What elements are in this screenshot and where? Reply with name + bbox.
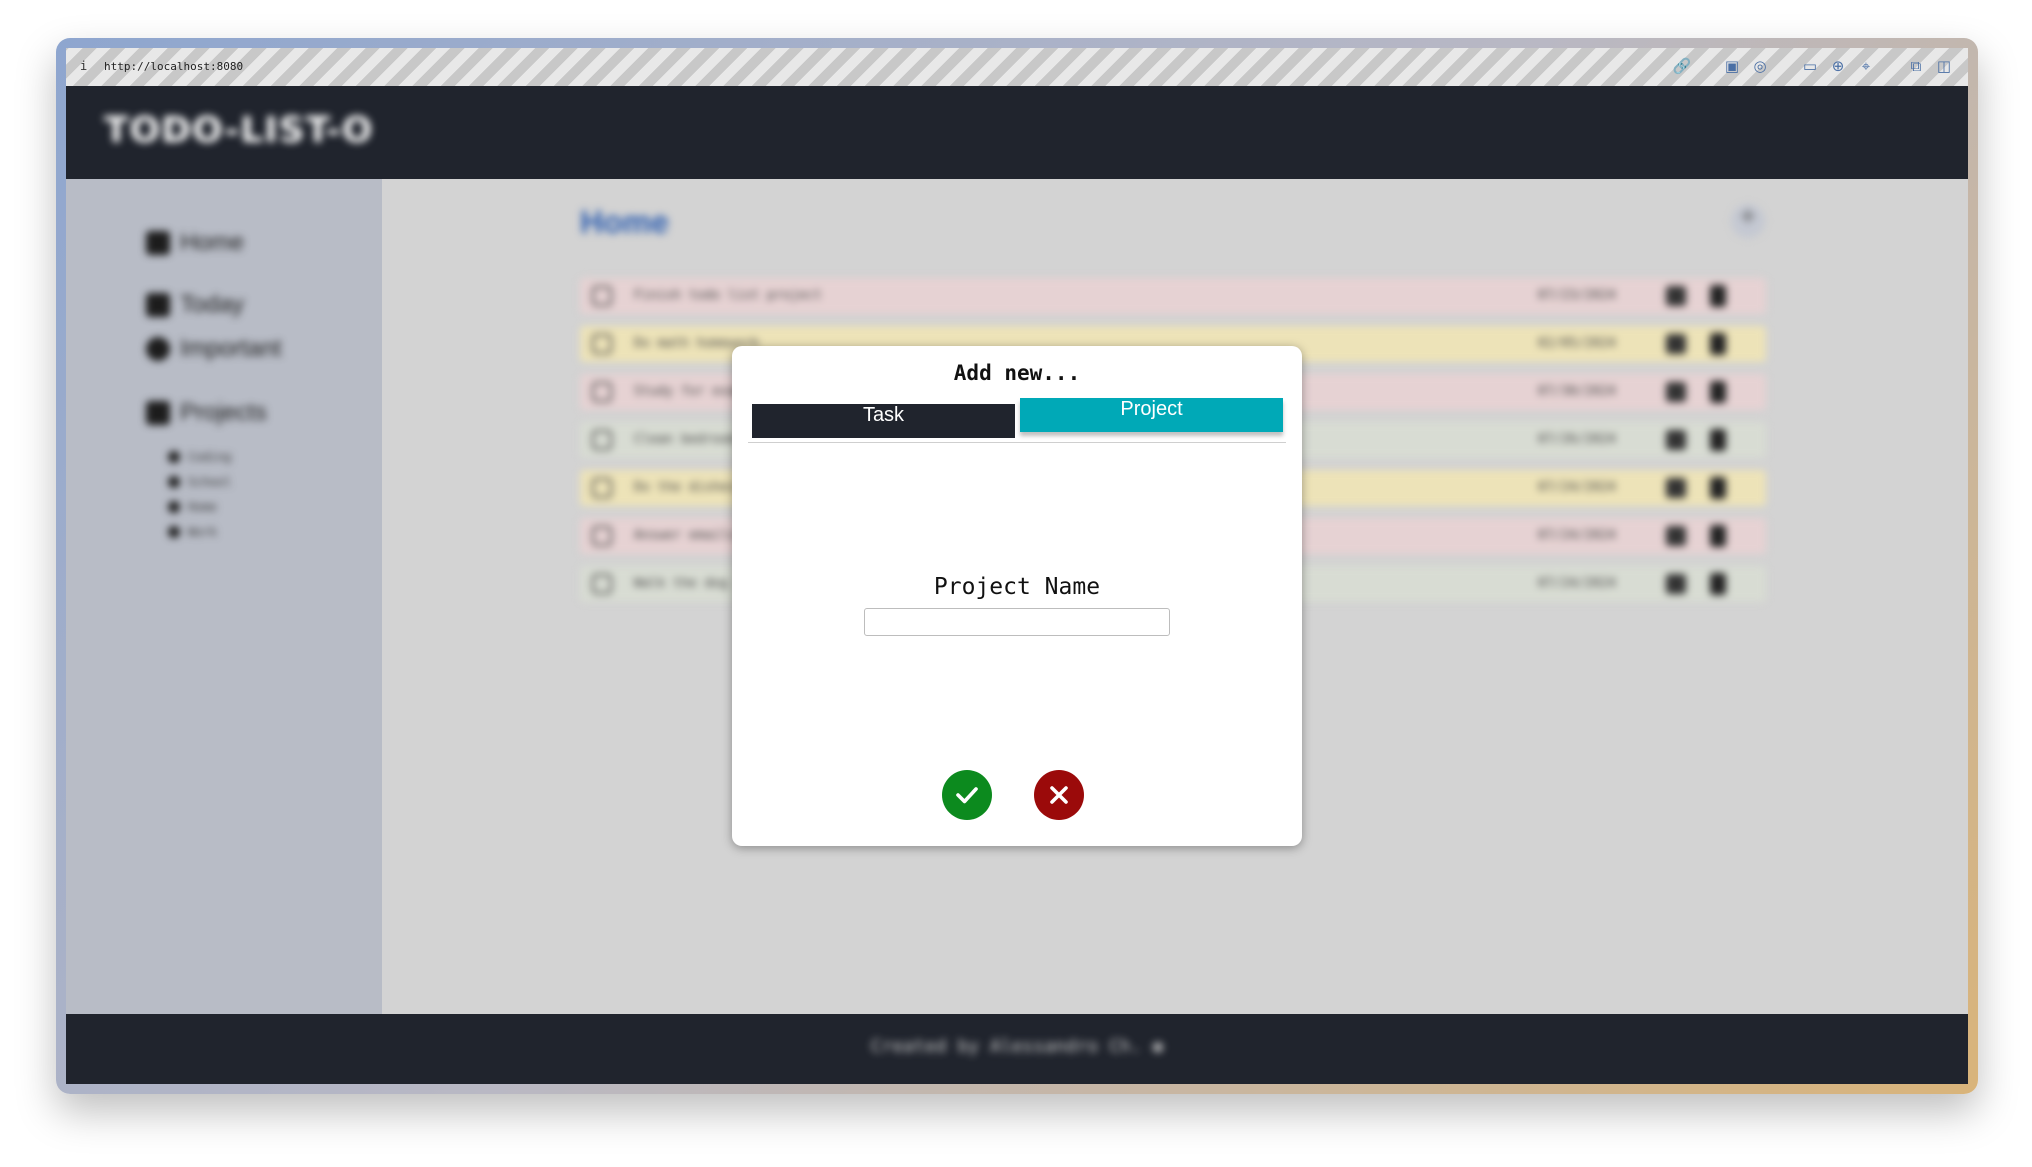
crosshair-icon[interactable]: ⌖ (1856, 56, 1876, 76)
page-title: Home (580, 204, 669, 240)
screenshot-icon[interactable]: ▣ (1722, 56, 1742, 76)
project-label: Home (188, 500, 217, 514)
todo-checkbox[interactable] (592, 478, 612, 498)
check-icon (956, 787, 978, 804)
globe-icon[interactable]: ⊕ (1828, 56, 1848, 76)
toolbar-separator (1778, 56, 1792, 76)
sidebar-item-projects[interactable]: Projects (146, 399, 267, 427)
brand-logo: TODO-LIST-O (104, 110, 374, 151)
sidebar: Home Today Important Projects Coding Sch… (66, 179, 382, 1014)
todo-date: 02/05/2024 (1537, 336, 1616, 351)
todo-checkbox[interactable] (592, 286, 612, 306)
add-button[interactable]: + (1731, 204, 1765, 238)
project-dot-icon (168, 526, 180, 538)
address-bar: i http://localhost:8080 🔗 ▣ ◎ ▭ ⊕ ⌖ ⧉ ◫ (66, 48, 1968, 87)
sidebar-item-home[interactable]: Home (146, 229, 244, 257)
project-dot-icon (168, 476, 180, 488)
todo-date: 07/24/2024 (1537, 576, 1616, 591)
extension-icon[interactable]: ⧉ (1906, 56, 1926, 76)
todo-text: Clean bedroom (634, 432, 736, 447)
folder-icon (146, 401, 170, 425)
confirm-button[interactable] (942, 770, 992, 820)
project-item[interactable]: School (168, 475, 231, 489)
add-new-modal: Add new... Task Project Project Name (732, 346, 1302, 846)
todo-date: 07/24/2024 (1537, 528, 1616, 543)
terminal-icon[interactable]: ▭ (1800, 56, 1820, 76)
trash-icon[interactable] (1710, 381, 1726, 403)
link-icon[interactable]: 🔗 (1672, 56, 1692, 76)
edit-icon[interactable] (1666, 382, 1686, 402)
edit-icon[interactable] (1666, 286, 1686, 306)
trash-icon[interactable] (1710, 285, 1726, 307)
trash-icon[interactable] (1710, 333, 1726, 355)
browser-toolbar: 🔗 ▣ ◎ ▭ ⊕ ⌖ ⧉ ◫ (1672, 56, 1954, 76)
todo-checkbox[interactable] (592, 526, 612, 546)
project-label: Work (188, 525, 217, 539)
close-icon (1050, 786, 1068, 804)
sidebar-item-label: Home (180, 229, 245, 256)
todo-text: Answer emails (634, 528, 736, 543)
cancel-button[interactable] (1034, 770, 1084, 820)
project-name-input[interactable] (864, 608, 1170, 636)
sidebar-icon[interactable]: ◫ (1934, 56, 1954, 76)
edit-icon[interactable] (1666, 526, 1686, 546)
sidebar-item-important[interactable]: Important (146, 335, 281, 363)
todo-text: Do the dishes (634, 480, 736, 495)
footer-credit: Created by Alessandro Ch. ◉ (66, 1036, 1968, 1057)
sidebar-item-today[interactable]: Today (146, 291, 244, 319)
todo-date: 07/23/2024 (1537, 288, 1616, 303)
todo-text: Walk the dog (634, 576, 728, 591)
trash-icon[interactable] (1710, 477, 1726, 499)
edit-icon[interactable] (1666, 334, 1686, 354)
tab-project[interactable]: Project (1020, 398, 1283, 432)
modal-title: Add new... (953, 361, 1081, 385)
project-item[interactable]: Home (168, 500, 217, 514)
project-dot-icon (168, 501, 180, 513)
todo-date: 07/26/2024 (1537, 432, 1616, 447)
todo-checkbox[interactable] (592, 382, 612, 402)
todo-date: 07/24/2024 (1537, 480, 1616, 495)
trash-icon[interactable] (1710, 525, 1726, 547)
tab-divider (748, 442, 1286, 443)
edit-icon[interactable] (1666, 574, 1686, 594)
todo-date: 07/30/2024 (1537, 384, 1616, 399)
sidebar-item-label: Projects (180, 399, 267, 426)
footer-text: Created by Alessandro Ch. (870, 1036, 1142, 1057)
toolbar-separator (1700, 56, 1714, 76)
todo-checkbox[interactable] (592, 430, 612, 450)
tab-task[interactable]: Task (752, 404, 1015, 438)
todo-checkbox[interactable] (592, 334, 612, 354)
sidebar-item-label: Important (180, 335, 282, 362)
app-header: TODO-LIST-O (66, 86, 1968, 179)
desktop-frame: i http://localhost:8080 🔗 ▣ ◎ ▭ ⊕ ⌖ ⧉ ◫ … (56, 38, 1978, 1094)
home-icon (146, 231, 170, 255)
url-text[interactable]: http://localhost:8080 (104, 60, 243, 73)
edit-icon[interactable] (1666, 478, 1686, 498)
project-dot-icon (168, 451, 180, 463)
project-label: School (188, 475, 232, 489)
todo-row[interactable]: Finish todo list project 07/23/2024 (580, 278, 1766, 314)
calendar-icon (146, 293, 170, 317)
toolbar-separator (1884, 56, 1898, 76)
sidebar-item-label: Today (180, 291, 245, 318)
project-label: Coding (188, 450, 232, 464)
project-name-label: Project Name (933, 574, 1101, 600)
trash-icon[interactable] (1710, 573, 1726, 595)
info-icon[interactable]: i (80, 59, 87, 73)
trash-icon[interactable] (1710, 429, 1726, 451)
project-item[interactable]: Coding (168, 450, 231, 464)
browser-window: i http://localhost:8080 🔗 ▣ ◎ ▭ ⊕ ⌖ ⧉ ◫ … (66, 48, 1968, 1084)
todo-checkbox[interactable] (592, 574, 612, 594)
todo-text: Finish todo list project (634, 288, 822, 303)
camera-icon[interactable]: ◎ (1750, 56, 1770, 76)
alert-icon (146, 337, 170, 361)
app-footer: Created by Alessandro Ch. ◉ (66, 1014, 1968, 1084)
github-icon[interactable]: ◉ (1152, 1036, 1163, 1057)
edit-icon[interactable] (1666, 430, 1686, 450)
project-item[interactable]: Work (168, 525, 217, 539)
